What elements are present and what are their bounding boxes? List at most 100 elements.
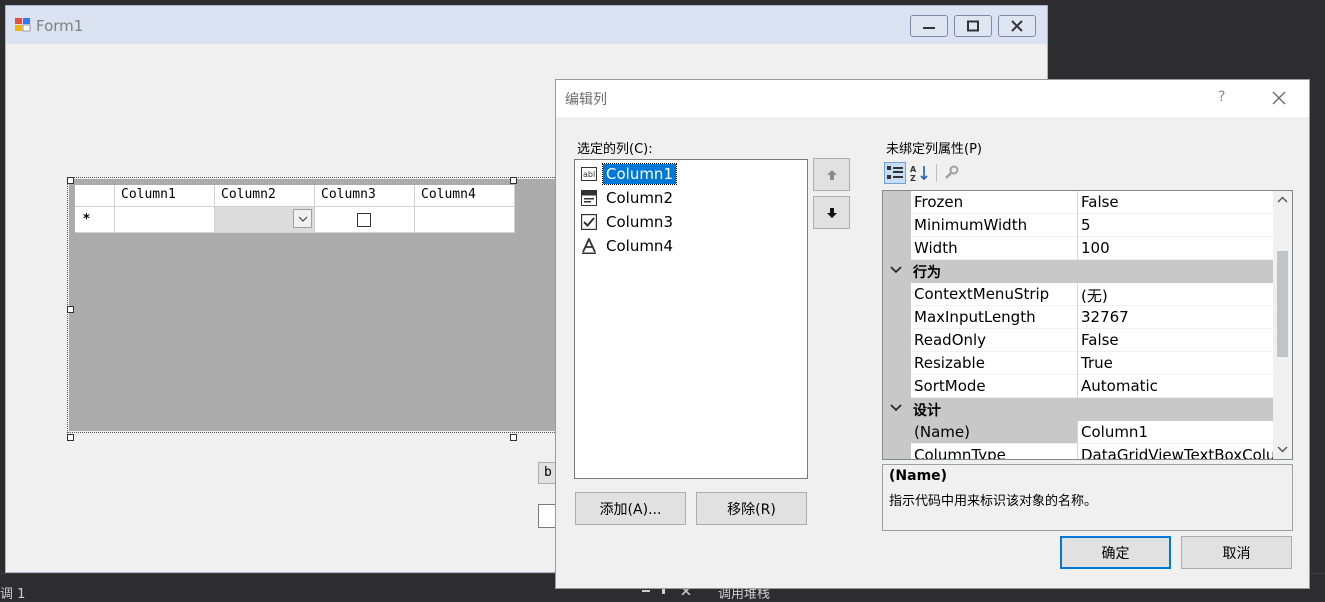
property-value[interactable]: DataGridViewTextBoxColu [1078,444,1273,459]
move-down-button[interactable] [813,196,850,229]
list-item-label: Column1 [602,163,677,185]
property-value[interactable]: 5 [1078,214,1273,237]
dialog-titlebar[interactable]: 编辑列 ? [556,80,1309,117]
category-label: 设计 [913,403,941,419]
property-margin [883,375,911,398]
property-grid[interactable]: Frozen False MinimumWidth 5 Width 100 行为… [882,190,1293,460]
maximize-button[interactable] [954,15,992,37]
property-margin [883,329,911,352]
add-column-button[interactable]: 添加(A)... [575,492,686,525]
cancel-button[interactable]: 取消 [1181,536,1292,569]
form-textbox-partial[interactable] [538,504,556,528]
scroll-up-icon[interactable] [1277,196,1288,204]
resize-handle-bottom[interactable] [510,434,517,441]
grid-cell-textbox-2[interactable] [415,207,515,233]
resize-handle-left[interactable] [67,306,74,313]
svg-text:A: A [910,165,917,174]
property-name: Width [911,237,1078,260]
list-item-label: Column4 [606,237,673,255]
property-name: Resizable [911,352,1078,375]
list-item-column2[interactable]: Column2 [581,187,676,209]
property-description-panel: (Name) 指示代码中用来标识该对象的名称。 [882,464,1293,531]
form-button-partial[interactable]: b [538,462,556,484]
form1-titlebar[interactable]: Form1 [6,6,1047,44]
close-icon [1011,20,1023,32]
combobox-dropdown-button[interactable] [293,209,312,228]
grid-corner-header [75,185,115,207]
property-value[interactable]: (无) [1078,283,1273,306]
property-row[interactable]: SortMode Automatic [883,375,1273,398]
toolbar-separator [936,164,937,182]
selected-columns-list[interactable]: abl Column1 Column2 Column3 Column4 [574,159,808,479]
grid-checkbox[interactable] [357,213,371,227]
grid-cell-combobox[interactable] [215,207,315,233]
combobox-column-icon [581,190,597,206]
resize-handle-top-left[interactable] [67,177,74,184]
property-row-selected[interactable]: (Name) Column1 [883,421,1273,444]
grid-column-header-2[interactable]: Column2 [215,185,315,207]
list-item-column3[interactable]: Column3 [581,211,676,233]
property-category-design[interactable]: 设计 [883,398,1273,421]
property-value[interactable]: 32767 [1078,306,1273,329]
property-row[interactable]: Frozen False [883,191,1273,214]
scrollbar-thumb[interactable] [1277,251,1288,357]
property-name: ContextMenuStrip [911,283,1078,306]
property-row[interactable]: Width 100 [883,237,1273,260]
property-value[interactable]: Automatic [1078,375,1273,398]
remove-column-button[interactable]: 移除(R) [696,492,807,525]
property-value[interactable]: False [1078,329,1273,352]
property-value[interactable]: True [1078,352,1273,375]
close-button[interactable] [998,15,1036,37]
property-row[interactable]: MaxInputLength 32767 [883,306,1273,329]
property-margin [883,352,911,375]
cancel-button-label: 取消 [1222,545,1251,562]
property-value[interactable]: False [1078,191,1273,214]
remove-column-button-label: 移除(R) [727,501,776,518]
list-item-column1[interactable]: abl Column1 [581,163,677,185]
move-up-button[interactable] [813,158,850,191]
resize-handle-bottom-left[interactable] [67,434,74,441]
dialog-close-icon[interactable] [1272,91,1286,105]
property-pages-button[interactable] [940,162,962,184]
grid-cell-textbox[interactable] [115,207,215,233]
resize-handle-top-right[interactable] [510,177,517,184]
svg-text:Z: Z [910,174,916,182]
property-value[interactable]: Column1 [1078,421,1273,444]
minimize-button[interactable] [910,15,948,37]
checkbox-column-icon [581,214,597,230]
grid-column-header-3[interactable]: Column3 [315,185,415,207]
sort-az-icon: AZ [910,165,928,182]
property-margin [883,283,911,306]
grid-column-header-4[interactable]: Column4 [415,185,515,207]
chevron-down-icon[interactable] [890,263,902,277]
property-value[interactable]: 100 [1078,237,1273,260]
ok-button[interactable]: 确定 [1060,536,1171,569]
property-margin [883,214,911,237]
help-button[interactable]: ? [1218,89,1225,105]
grid-cell-checkbox[interactable] [315,207,415,233]
alphabetical-view-button[interactable]: AZ [909,162,931,184]
arrow-down-icon [826,207,837,218]
property-row[interactable]: Resizable True [883,352,1273,375]
ok-button-label: 确定 [1101,545,1130,562]
chevron-down-icon [298,216,307,222]
categorized-view-button[interactable] [884,162,906,184]
property-row[interactable]: ColumnType DataGridViewTextBoxColu [883,444,1273,459]
property-row[interactable]: ContextMenuStrip (无) [883,283,1273,306]
property-category-behavior[interactable]: 行为 [883,260,1273,283]
ide-panel-title-left: 调 1 [0,587,26,602]
chevron-down-icon[interactable] [890,401,902,415]
scroll-down-icon[interactable] [1277,445,1288,453]
property-name: (Name) [911,421,1078,444]
description-text: 指示代码中用来标识该对象的名称。 [889,494,1098,509]
form1-title: Form1 [36,17,84,35]
selected-columns-label: 选定的列(C): [577,142,653,157]
property-margin [883,306,911,329]
maximize-icon [967,20,979,32]
grid-new-row-header: * [75,207,115,233]
grid-column-header-1[interactable]: Column1 [115,185,215,207]
category-label: 行为 [913,265,941,281]
property-row[interactable]: ReadOnly False [883,329,1273,352]
list-item-column4[interactable]: Column4 [581,235,676,257]
property-row[interactable]: MinimumWidth 5 [883,214,1273,237]
